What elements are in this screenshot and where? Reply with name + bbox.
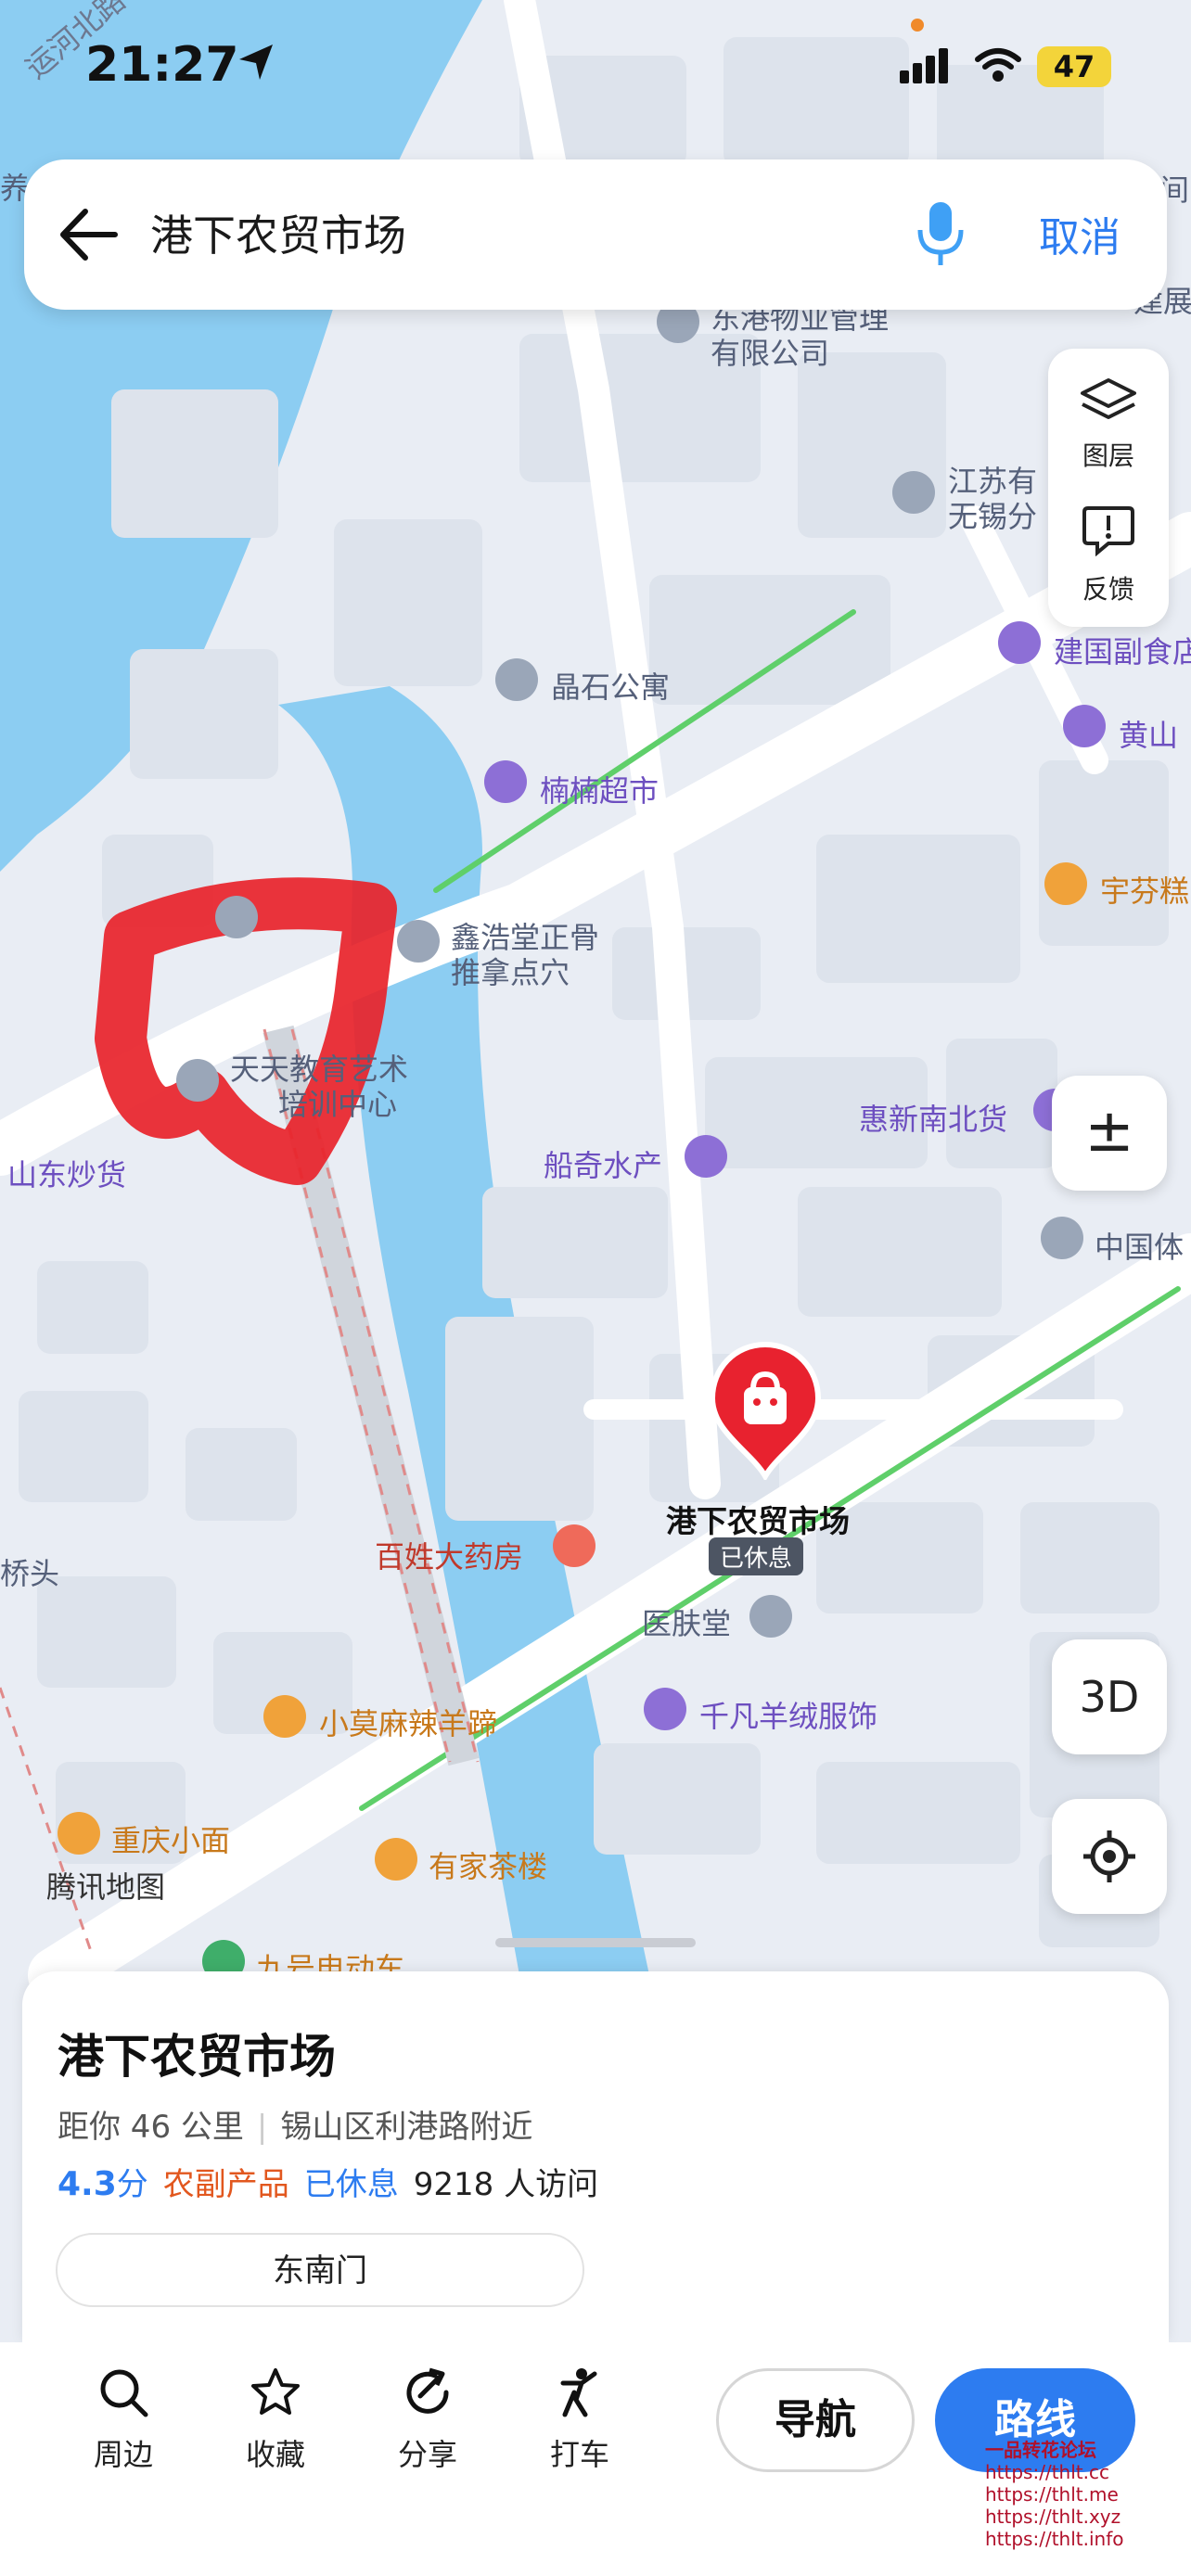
poi-tiantian-line2: 培训中心 — [278, 1087, 398, 1122]
poi-xinhao-line2: 推拿点穴 — [451, 955, 570, 990]
zoom-button[interactable]: ± — [1052, 1076, 1167, 1191]
poi-qianfan[interactable]: 千凡羊绒服饰 — [699, 1693, 877, 1736]
watermark-line: https://thlt.xyz — [985, 2506, 1121, 2528]
place-distance: 距你 46 公里 — [58, 2109, 244, 2146]
navigate-button[interactable]: 导航 — [716, 2368, 915, 2472]
nearby-button[interactable]: 周边 — [72, 2366, 174, 2474]
restaurant-icon — [263, 1695, 306, 1738]
poi-qiaotou[interactable]: 桥头 — [0, 1550, 59, 1593]
place-rating: 4.3 — [58, 2165, 117, 2203]
back-arrow-icon[interactable] — [58, 206, 119, 263]
shopping-bag-icon — [1063, 705, 1106, 747]
shopping-bag-icon — [685, 1135, 727, 1178]
share-button[interactable]: 分享 — [377, 2366, 479, 2474]
taxi-button[interactable]: 打车 — [529, 2366, 631, 2474]
poi-pin-icon — [892, 471, 935, 514]
poi-dongang-line2: 有限公司 — [711, 336, 830, 371]
nearby-label: 周边 — [93, 2437, 153, 2472]
status-time: 21:27 — [85, 37, 239, 93]
map-tools-panel: 图层 反馈 — [1048, 349, 1169, 627]
favorite-button[interactable]: 收藏 — [224, 2366, 327, 2474]
wifi-icon — [975, 48, 1021, 82]
poi-pin-icon — [749, 1595, 792, 1638]
search-query-text[interactable]: 港下农贸市场 — [150, 202, 406, 263]
poi-yufen[interactable]: 宇芬糕 — [1100, 868, 1189, 911]
battery-level: 47 — [1037, 46, 1111, 87]
poi-baixing[interactable]: 百姓大药房 — [375, 1534, 523, 1576]
poi-pin-icon — [397, 920, 440, 963]
watermark-line: https://thlt.me — [985, 2483, 1119, 2506]
watermark-line: https://thlt.cc — [985, 2461, 1109, 2483]
place-address: 锡山区利港路附近 — [280, 2109, 533, 2146]
place-detail-sheet[interactable]: 港下农贸市场 距你 46 公里 | 锡山区利港路附近 4.3分 农副产品 已休息 9218… — [22, 1971, 1169, 2342]
tencent-map-logo: 腾讯地图 — [46, 1869, 166, 1905]
apartment-icon — [495, 658, 538, 701]
place-stats-row: 4.3分 农副产品 已休息 9218 人访问 — [58, 2159, 598, 2204]
shopping-cart-icon — [484, 760, 527, 803]
meta-divider: | — [256, 2109, 268, 2146]
crosshair-locate-icon — [1083, 1830, 1135, 1882]
poi-chongqing[interactable]: 重庆小面 — [111, 1817, 230, 1860]
place-status: 已休息 — [303, 2166, 399, 2203]
poi-pin-icon — [176, 1059, 219, 1102]
cancel-button[interactable]: 取消 — [1039, 204, 1121, 263]
poi-youjia[interactable]: 有家茶楼 — [429, 1843, 547, 1886]
pharmacy-icon — [553, 1524, 596, 1567]
search-icon — [100, 2369, 148, 2417]
poi-xiaomo[interactable]: 小莫麻辣羊蹄 — [319, 1701, 497, 1743]
poi-huixin[interactable]: 惠新南北货 — [859, 1096, 1007, 1139]
forum-watermark: 一品转花论坛 https://thlt.cc https://thlt.me h… — [985, 2439, 1123, 2550]
layers-icon[interactable] — [1079, 376, 1138, 427]
place-title: 港下农贸市场 — [58, 2030, 336, 2084]
shopping-bag-icon — [644, 1688, 686, 1730]
taxi-label: 打车 — [549, 2437, 609, 2472]
map-app-screen: 运河北路 养 间 建展 东港物业管理 有限公司 江苏有 无锡分 建国副食店 晶石… — [0, 0, 1191, 2576]
poi-nannan[interactable]: 楠楠超市 — [540, 768, 659, 810]
shopping-cart-icon — [998, 621, 1041, 664]
share-icon — [406, 2367, 449, 2414]
poi-shandong[interactable]: 山东炒货 — [7, 1152, 126, 1194]
market-marker-label[interactable]: 港下农贸市场 — [666, 1497, 850, 1541]
poi-jiangsu-line2: 无锡分 — [948, 499, 1038, 534]
poi-jianguo[interactable]: 建国副食店 — [1054, 629, 1191, 671]
star-icon — [251, 2368, 300, 2415]
search-bar[interactable]: 港下农贸市场 取消 — [24, 159, 1167, 310]
feedback-icon[interactable] — [1081, 504, 1136, 556]
gate-southeast-button[interactable]: 东南门 — [56, 2233, 584, 2307]
feedback-label[interactable]: 反馈 — [1048, 569, 1169, 606]
market-status-badge: 已休息 — [709, 1537, 804, 1575]
poi-pin-icon — [1041, 1217, 1083, 1259]
sheet-drag-handle[interactable] — [495, 1938, 696, 1947]
microphone-icon[interactable] — [915, 200, 967, 269]
share-label: 分享 — [397, 2437, 457, 2472]
watermark-line: https://thlt.info — [985, 2528, 1124, 2550]
coffee-cup-icon — [375, 1838, 417, 1881]
place-visits: 9218 人访问 — [413, 2166, 599, 2203]
place-rating-unit: 分 — [116, 2166, 148, 2203]
restroom-icon — [215, 896, 258, 938]
cellular-signal-icon — [900, 48, 948, 83]
poi-huangshan[interactable]: 黄山 — [1119, 712, 1178, 755]
location-arrow-icon — [239, 45, 273, 80]
favorite-label: 收藏 — [245, 2437, 305, 2472]
poi-chuanqi[interactable]: 船奇水产 — [544, 1142, 662, 1185]
3d-toggle-button[interactable]: 3D — [1052, 1639, 1167, 1754]
selected-market-marker[interactable] — [707, 1341, 824, 1480]
coffee-cup-icon — [1044, 862, 1087, 905]
place-meta: 距你 46 公里 | 锡山区利港路附近 — [58, 2101, 532, 2147]
place-category: 农副产品 — [162, 2166, 289, 2203]
privacy-indicator-dot — [911, 19, 924, 32]
poi-zhongguo[interactable]: 中国体 — [1095, 1224, 1184, 1267]
restaurant-icon — [58, 1812, 100, 1855]
poi-jingshi[interactable]: 晶石公寓 — [551, 664, 670, 707]
locate-button[interactable] — [1052, 1799, 1167, 1914]
watermark-line: 一品转花论坛 — [985, 2439, 1096, 2461]
layers-label[interactable]: 图层 — [1048, 436, 1169, 473]
hailing-person-icon — [560, 2368, 597, 2417]
poi-yifutang[interactable]: 医肤堂 — [642, 1600, 731, 1643]
